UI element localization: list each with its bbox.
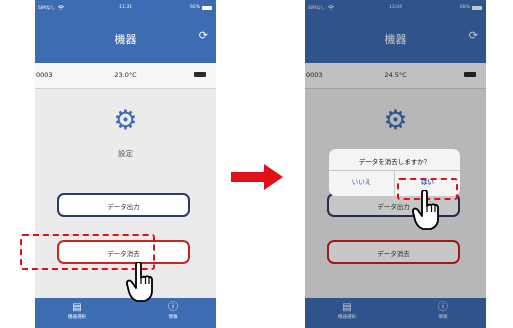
info-icon: ⓘ [168, 302, 178, 313]
status-time: 11:31 [119, 5, 132, 10]
settings-label[interactable]: 設定 [35, 148, 216, 159]
pointing-hand-icon [412, 190, 439, 230]
status-battery: 92% [190, 5, 212, 10]
tab-info[interactable]: ⓘ 情報 [153, 302, 193, 322]
device-list-icon: ▤ [72, 302, 82, 313]
device-temperature: 23.0°C [114, 71, 137, 79]
data-output-button[interactable]: データ出力 [57, 193, 190, 217]
dialog-message: データを消去しますか？ [358, 158, 431, 166]
pointing-hand-icon [126, 262, 153, 302]
device-battery-icon [194, 72, 206, 77]
refresh-icon[interactable]: ⟳ [199, 29, 208, 42]
app-header: SIMなし 11:31 92% 機器 ⟳ [35, 0, 216, 63]
right-arrow-icon [231, 164, 283, 190]
phone-screen-after: SIMなし 13:04 68% 機器 ⟳ 0003 24.5°C ⚙ データ出力… [305, 0, 486, 328]
tab-bar: ▤ 機器選択 ⓘ 情報 [35, 298, 216, 328]
tab-device-select[interactable]: ▤ 機器選択 [57, 302, 97, 322]
tab-info-label: 情報 [168, 315, 178, 320]
device-row[interactable]: 0003 23.0°C [35, 63, 216, 89]
dialog-no-button[interactable]: いいえ [329, 176, 394, 186]
gear-icon[interactable]: ⚙ [35, 107, 216, 134]
battery-icon [202, 5, 212, 10]
page-title: 機器 [114, 33, 137, 46]
tab-device-select-label: 機器選択 [68, 315, 86, 320]
